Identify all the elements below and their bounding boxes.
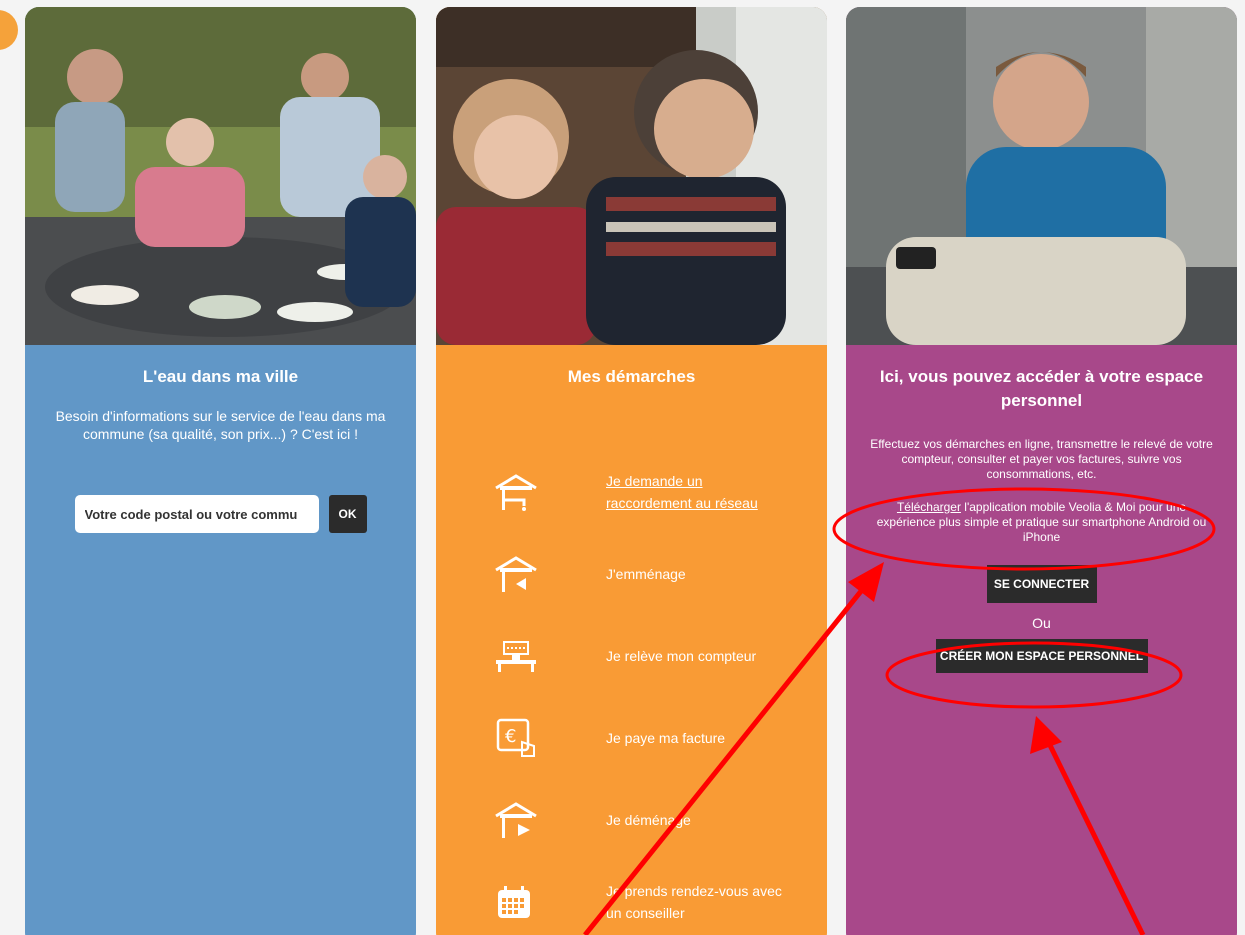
account-card-title: Ici, vous pouvez accéder à votre espace … (879, 367, 1204, 410)
step-label[interactable]: Je relève mon compteur (606, 645, 786, 667)
postal-code-input[interactable] (74, 495, 319, 533)
steps-list: Je demande un raccordement au réseau J'e… (436, 451, 827, 935)
login-button[interactable]: SE CONNECTER (986, 565, 1097, 603)
house-arrow-out-icon (494, 795, 584, 845)
create-account-button[interactable]: CRÉER MON ESPACE PERSONNEL (935, 639, 1148, 673)
step-pay[interactable]: € Je paye ma facture (436, 697, 827, 779)
family-photo (25, 7, 416, 345)
water-meter-icon (494, 631, 584, 681)
account-card: Ici, vous pouvez accéder à votre espace … (846, 7, 1237, 935)
step-appointment[interactable]: Je prends rendez-vous avec un conseiller (436, 861, 827, 935)
couple-photo (436, 7, 827, 345)
man-phone-photo (846, 7, 1237, 345)
calendar-icon (494, 877, 584, 927)
step-meter[interactable]: Je relève mon compteur (436, 615, 827, 697)
account-card-description: Effectuez vos démarches en ligne, transm… (870, 437, 1213, 481)
house-tap-icon (494, 467, 584, 517)
download-link[interactable]: Télécharger (897, 500, 961, 514)
postal-search: OK (25, 495, 416, 533)
step-connection[interactable]: Je demande un raccordement au réseau (436, 451, 827, 533)
step-label[interactable]: Je demande un raccordement au réseau (606, 470, 786, 514)
step-move-out[interactable]: Je déménage (436, 779, 827, 861)
or-separator: Ou (1032, 615, 1051, 631)
step-label[interactable]: Je paye ma facture (606, 727, 786, 749)
step-move-in[interactable]: J'emménage (436, 533, 827, 615)
payment-tablet-icon: € (494, 713, 584, 763)
step-label[interactable]: Je déménage (606, 809, 786, 831)
app-download-text: Télécharger l'application mobile Veolia … (870, 500, 1213, 545)
svg-text:€: € (505, 726, 516, 747)
water-city-card: L'eau dans ma ville Besoin d'information… (25, 7, 416, 935)
water-card-description: Besoin d'informations sur le service de … (55, 408, 386, 442)
corner-badge (0, 10, 18, 50)
steps-card: Mes démarches Je demande un raccordement… (436, 7, 827, 935)
house-arrow-in-icon (494, 549, 584, 599)
step-label[interactable]: J'emménage (606, 563, 786, 585)
water-card-title: L'eau dans ma ville (142, 367, 299, 386)
step-label[interactable]: Je prends rendez-vous avec un conseiller (606, 880, 786, 924)
steps-card-title: Mes démarches (567, 367, 696, 386)
ok-button[interactable]: OK (328, 495, 367, 533)
